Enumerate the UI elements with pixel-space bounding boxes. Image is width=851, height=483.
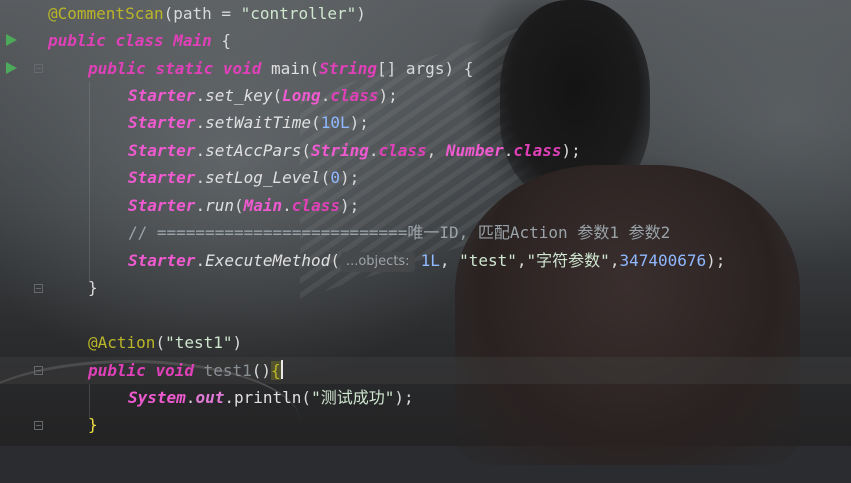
code-line-5: Starter.setWaitTime(10L); xyxy=(128,113,369,132)
code-line-3: public static void main(String[] args) { xyxy=(88,59,474,78)
code-line-7: Starter.setLog_Level(0); xyxy=(128,168,360,187)
code-line-6: Starter.setAccPars(String.class, Number.… xyxy=(128,141,581,160)
code-line-16: } xyxy=(88,411,98,438)
text-caret xyxy=(280,360,283,379)
code-line-9: // ==========================唯一ID, 匹配Act… xyxy=(128,219,670,246)
comment-token: // ==========================唯一ID, 匹配Act… xyxy=(128,223,671,242)
code-line-4: Starter.set_key(Long.class); xyxy=(128,86,398,105)
wallpaper-figure-body xyxy=(455,165,800,465)
class-name-token: Main xyxy=(173,31,212,50)
code-line-8: Starter.run(Main.class); xyxy=(128,196,360,215)
editor-gutter xyxy=(0,0,43,446)
indent-guide xyxy=(89,82,90,282)
string-token: "controller" xyxy=(240,4,357,23)
code-line-2: public class Main { xyxy=(48,31,232,50)
code-line-10: Starter.ExecuteMethod(...objects: 1L, "te… xyxy=(128,251,726,272)
annotation-token: @CommentScan xyxy=(48,4,164,23)
matched-brace-close: } xyxy=(88,415,98,434)
fold-test1-end-icon[interactable] xyxy=(34,421,43,430)
code-line-15: System.out.println("测试成功"); xyxy=(128,388,414,407)
unused-method-token: test1 xyxy=(203,361,252,380)
fold-main-icon[interactable] xyxy=(34,64,43,73)
method-token: main xyxy=(271,59,310,78)
fold-main-end-icon[interactable] xyxy=(34,284,43,293)
code-line-14: public void test1(){ xyxy=(88,360,283,380)
matched-brace: { xyxy=(271,361,281,380)
run-main-icon[interactable] xyxy=(6,62,17,74)
parameter-hint: ...objects: xyxy=(340,252,415,272)
code-line-13: @Action("test1") xyxy=(88,333,243,352)
code-line-1: @CommentScan(path = "controller") xyxy=(48,4,366,23)
run-class-icon[interactable] xyxy=(6,34,17,46)
code-line-11: } xyxy=(88,278,98,297)
fold-test1-icon[interactable] xyxy=(34,366,43,375)
